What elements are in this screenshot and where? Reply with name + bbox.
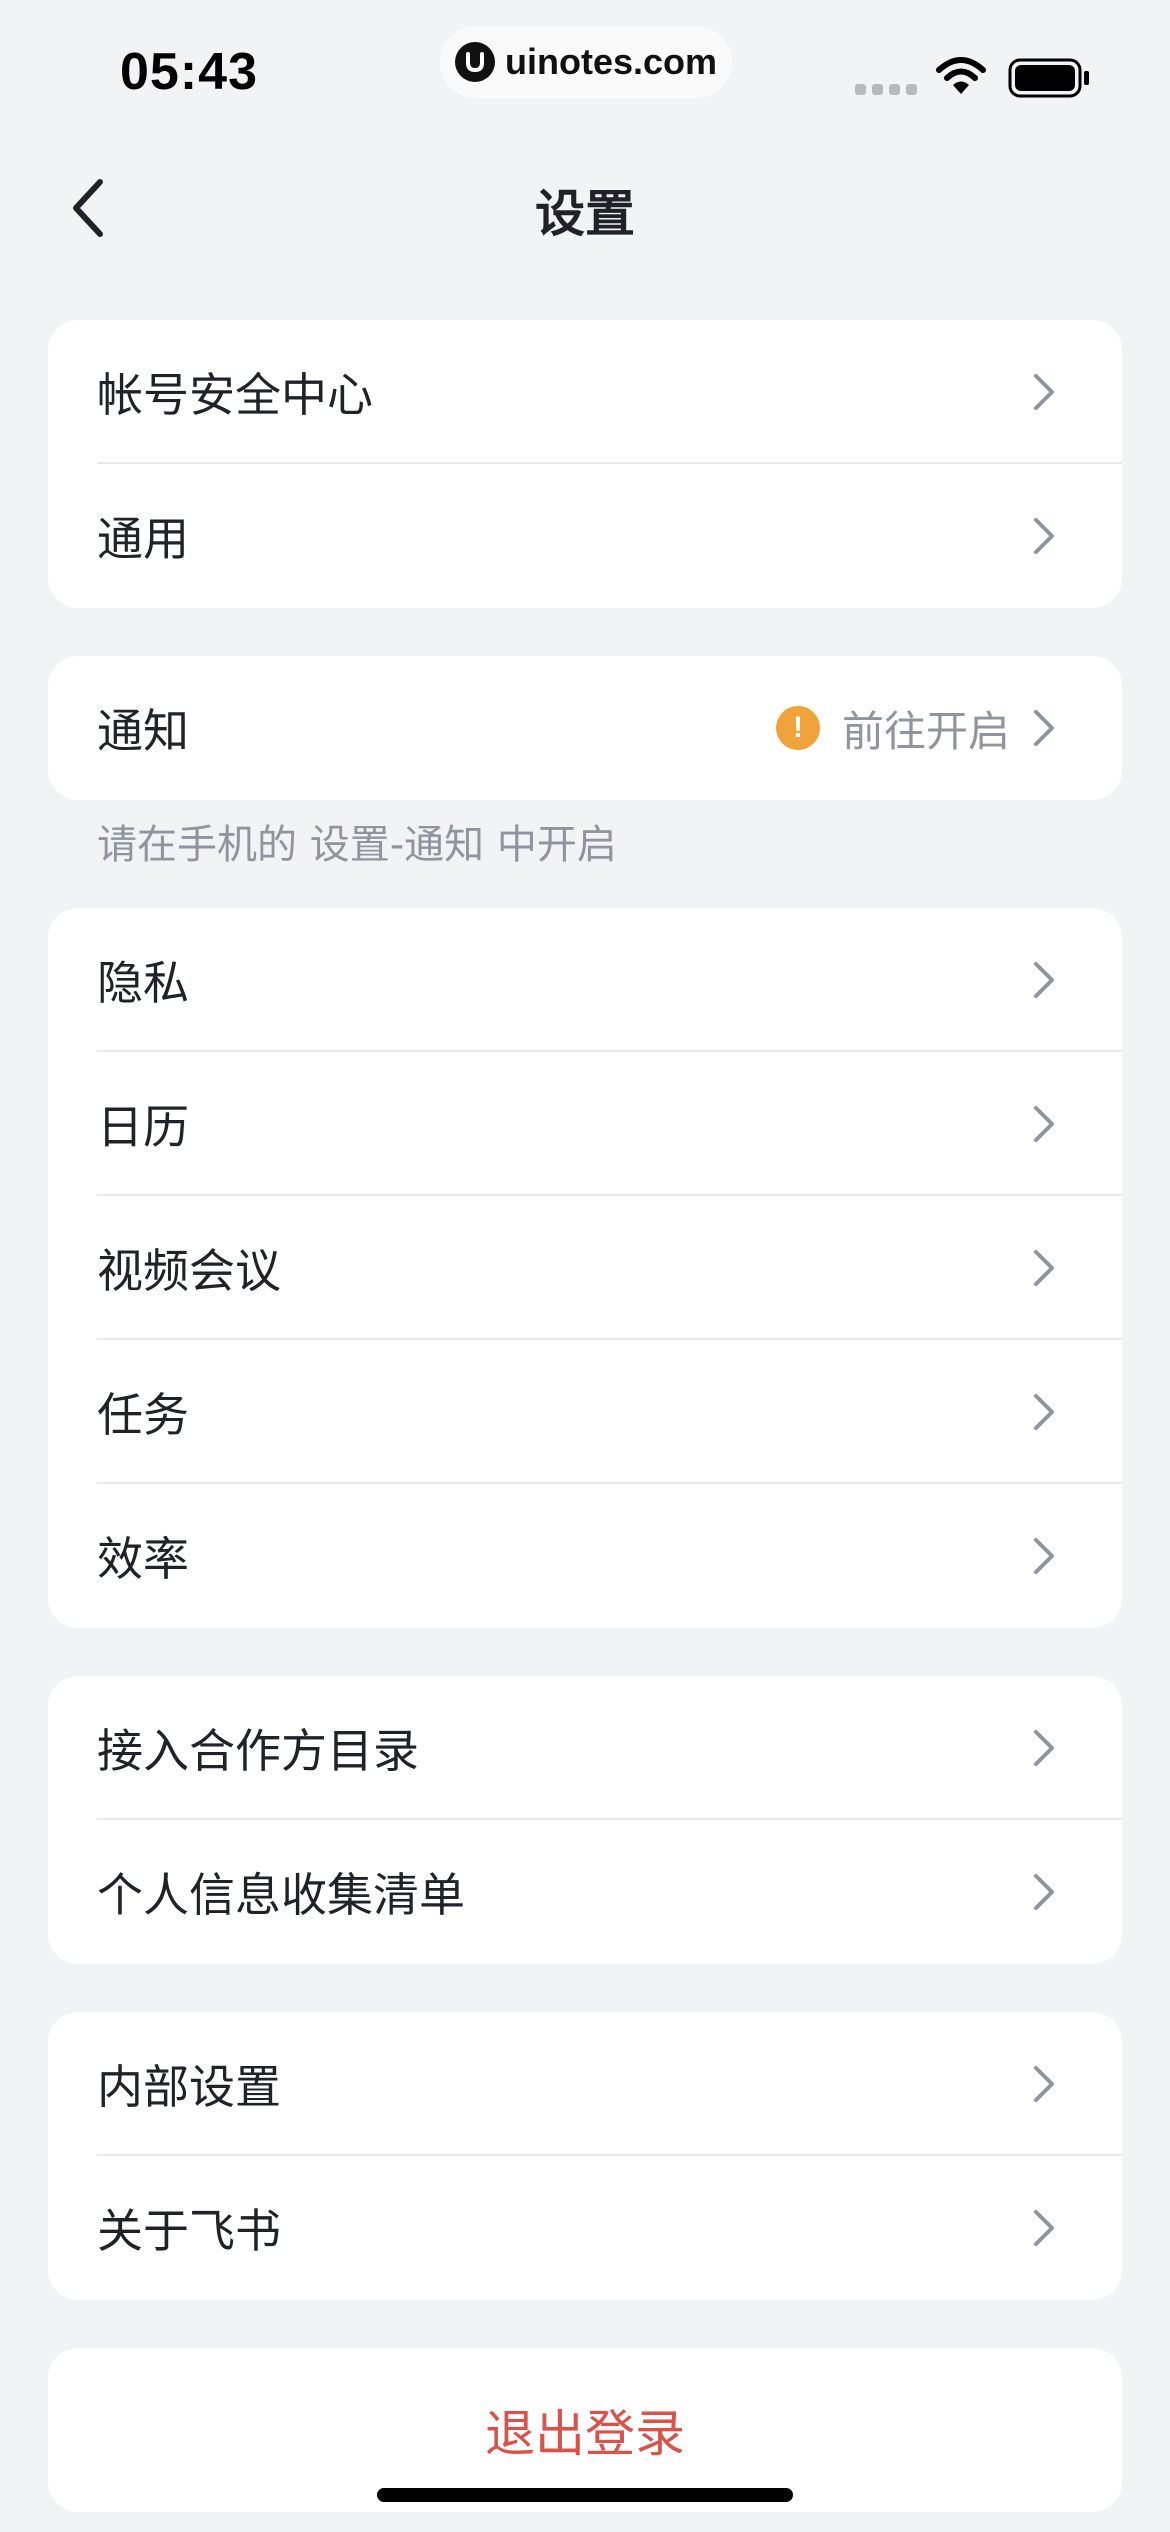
settings-item-label: 隐私 xyxy=(97,956,189,1010)
settings-group-features: 隐私 日历 视频会议 任务 效率 xyxy=(48,908,1122,1628)
notification-status-text: 前往开启 xyxy=(841,706,1010,756)
settings-item-calendar[interactable]: 日历 xyxy=(48,1052,1122,1196)
status-time: 05:43 xyxy=(120,43,258,101)
page-title: 设置 xyxy=(535,185,635,243)
chevron-right-icon xyxy=(1034,710,1054,746)
chevron-right-icon xyxy=(1034,1730,1054,1766)
chevron-right-icon xyxy=(1034,518,1054,554)
logout-label: 退出登录 xyxy=(485,2405,685,2463)
settings-item-tasks[interactable]: 任务 xyxy=(48,1340,1122,1484)
chevron-right-icon xyxy=(1034,1394,1054,1430)
settings-item-label: 关于飞书 xyxy=(97,2204,281,2258)
chevron-right-icon xyxy=(1034,1538,1054,1574)
nav-bar: 设置 xyxy=(0,150,1170,266)
settings-item-label: 接入合作方目录 xyxy=(97,1724,419,1778)
wifi-icon xyxy=(936,56,986,100)
settings-item-privacy[interactable]: 隐私 xyxy=(48,908,1122,1052)
settings-item-label: 帐号安全中心 xyxy=(97,368,373,422)
status-bar: 05:43 uinotes.com xyxy=(0,0,1170,140)
watermark-text: uinotes.com xyxy=(504,41,718,82)
settings-item-notification[interactable]: 通知 ! 前往开启 xyxy=(48,656,1122,800)
settings-item-label: 通知 xyxy=(97,704,189,758)
settings-item-label: 通用 xyxy=(97,512,189,566)
settings-item-efficiency[interactable]: 效率 xyxy=(48,1484,1122,1628)
settings-group-notification: 通知 ! 前往开启 xyxy=(48,656,1122,800)
watermark-badge: uinotes.com xyxy=(440,26,732,98)
settings-item-label: 效率 xyxy=(97,1532,189,1586)
settings-item-label: 视频会议 xyxy=(97,1244,281,1298)
chevron-right-icon xyxy=(1034,2066,1054,2102)
battery-icon xyxy=(1008,58,1092,102)
settings-group-partners: 接入合作方目录 个人信息收集清单 xyxy=(48,1676,1122,1964)
warning-icon: ! xyxy=(775,706,820,750)
cellular-signal-icon xyxy=(855,84,917,95)
notification-hint: 请在手机的 设置-通知 中开启 xyxy=(97,822,617,868)
settings-item-video-meeting[interactable]: 视频会议 xyxy=(48,1196,1122,1340)
chevron-right-icon xyxy=(1034,374,1054,410)
home-indicator xyxy=(377,2488,793,2502)
settings-item-partner-directory[interactable]: 接入合作方目录 xyxy=(48,1676,1122,1820)
chevron-right-icon xyxy=(1034,1250,1054,1286)
settings-item-label: 个人信息收集清单 xyxy=(97,1868,465,1922)
settings-item-general[interactable]: 通用 xyxy=(48,464,1122,608)
chevron-right-icon xyxy=(1034,1874,1054,1910)
settings-item-personal-info-list[interactable]: 个人信息收集清单 xyxy=(48,1820,1122,1964)
notification-status: ! 前往开启 xyxy=(775,656,1010,800)
settings-item-account-security[interactable]: 帐号安全中心 xyxy=(48,320,1122,464)
chevron-right-icon xyxy=(1034,2210,1054,2246)
settings-item-label: 日历 xyxy=(97,1100,189,1154)
settings-item-label: 任务 xyxy=(97,1388,189,1442)
chevron-right-icon xyxy=(1034,1106,1054,1142)
settings-group-about: 内部设置 关于飞书 xyxy=(48,2012,1122,2300)
chevron-right-icon xyxy=(1034,962,1054,998)
uinotes-logo-icon xyxy=(454,42,495,82)
settings-item-label: 内部设置 xyxy=(97,2060,281,2114)
settings-item-about-feishu[interactable]: 关于飞书 xyxy=(48,2156,1122,2300)
settings-group-account: 帐号安全中心 通用 xyxy=(48,320,1122,608)
settings-item-internal-settings[interactable]: 内部设置 xyxy=(48,2012,1122,2156)
